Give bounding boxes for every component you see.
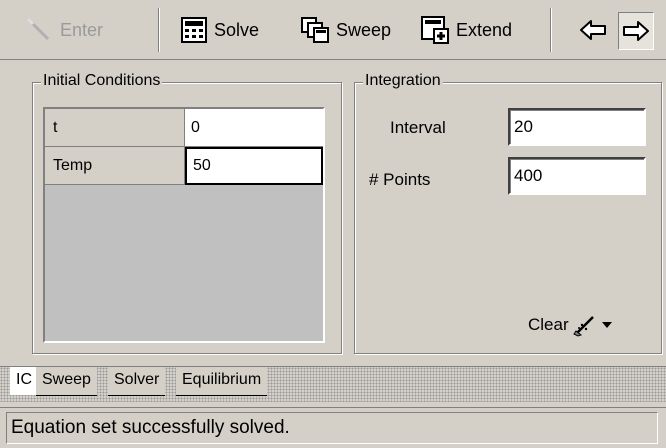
variable-name-cell: Temp [45, 147, 185, 185]
tab-solver[interactable]: Solver [108, 367, 166, 396]
toolbar: Enter Solve Sweep Extend [0, 0, 666, 60]
stacked-calculators-icon [301, 17, 329, 43]
enter-label: Enter [60, 19, 104, 40]
initial-conditions-title: Initial Conditions [41, 72, 163, 90]
clear-button[interactable]: Clear [528, 313, 613, 337]
variable-value-cell[interactable]: 50 [185, 147, 323, 185]
extend-button[interactable]: Extend [420, 10, 512, 50]
eraser-brush-icon [572, 316, 594, 337]
solve-button[interactable]: Solve [180, 10, 259, 50]
arrow-right-icon [623, 21, 649, 41]
toolbar-separator [158, 8, 160, 52]
table-row[interactable]: Temp 50 [45, 147, 323, 185]
extend-label: Extend [456, 19, 513, 40]
table-row[interactable]: t 0 [45, 109, 323, 147]
toolbar-separator [550, 8, 552, 52]
points-input[interactable]: 400 [508, 157, 646, 195]
status-message: Equation set successfully solved. [6, 412, 658, 444]
clear-label: Clear [528, 315, 569, 334]
solve-label: Solve [214, 19, 260, 40]
interval-input[interactable]: 20 [508, 108, 646, 146]
tab-ic[interactable]: IC [10, 367, 38, 395]
chevron-down-icon [601, 322, 612, 328]
wand-icon [26, 17, 50, 41]
back-button[interactable] [576, 12, 610, 48]
variable-value-cell[interactable]: 0 [185, 109, 323, 147]
interval-label: Interval [390, 118, 446, 137]
tab-equilibrium[interactable]: Equilibrium [176, 367, 268, 396]
enter-button[interactable]: Enter [24, 10, 103, 50]
sweep-label: Sweep [336, 19, 392, 40]
status-bar: Equation set successfully solved. [0, 407, 666, 448]
points-label: # Points [369, 170, 431, 189]
tab-bar: IC Sweep Solver Equilibrium [0, 366, 666, 402]
forward-button[interactable] [618, 12, 654, 50]
integration-title: Integration [363, 72, 443, 90]
sweep-button[interactable]: Sweep [300, 10, 391, 50]
variable-name-cell: t [45, 109, 185, 147]
calculator-plus-icon [421, 16, 449, 44]
arrow-left-icon [580, 20, 606, 40]
calculator-icon [181, 17, 207, 43]
tab-sweep[interactable]: Sweep [36, 367, 97, 396]
initial-conditions-grid[interactable]: t 0 Temp 50 [43, 107, 325, 343]
